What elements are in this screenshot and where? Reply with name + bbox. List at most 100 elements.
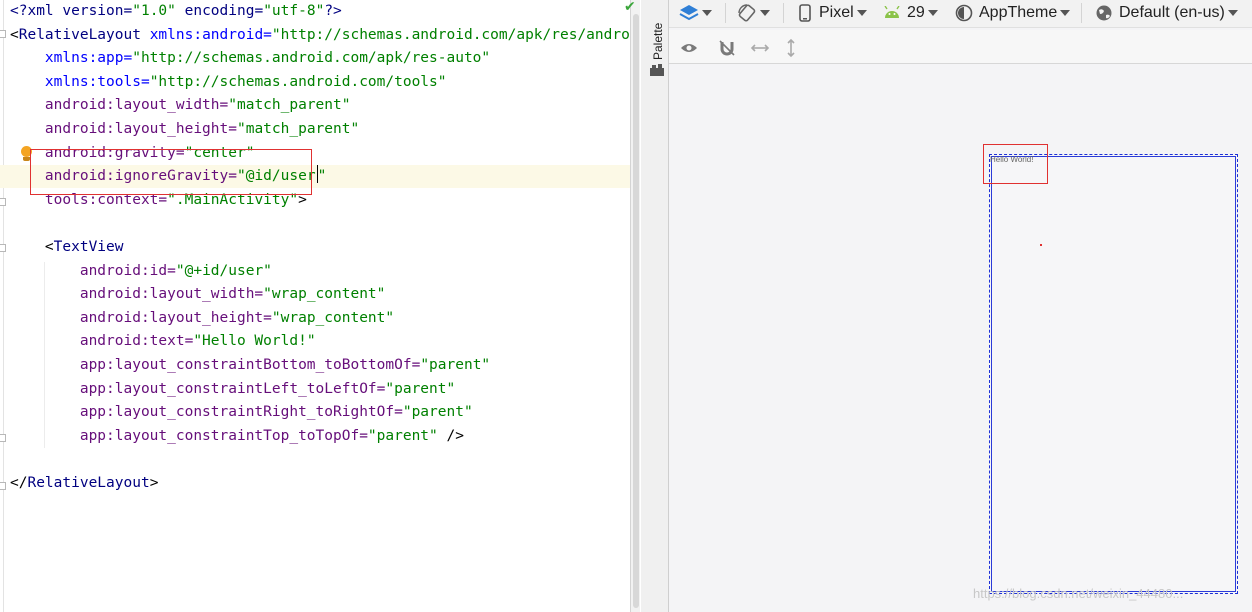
android-icon xyxy=(884,6,900,18)
magnet-off-icon[interactable] xyxy=(718,38,736,58)
layers-icon xyxy=(679,5,699,21)
eye-icon[interactable] xyxy=(680,38,698,58)
code-token: app:layout_constraintBottom_toBottomOf= xyxy=(10,357,421,373)
code-editor[interactable]: <?xml version="1.0" encoding="utf-8"?> <R… xyxy=(0,0,630,612)
fold-marker-icon[interactable] xyxy=(0,30,6,38)
chevron-down-icon xyxy=(702,10,712,16)
code-token: encoding= xyxy=(175,3,264,19)
code-line[interactable]: app:layout_constraintBottom_toBottomOf="… xyxy=(0,354,630,377)
code-token: "1.0" xyxy=(132,3,176,19)
code-token: android:layout_height= xyxy=(10,121,237,137)
palette-strip xyxy=(641,0,669,612)
code-line[interactable]: xmlns:app="http://schemas.android.com/ap… xyxy=(0,47,630,70)
code-token: "Hello World!" xyxy=(193,333,316,350)
scrollbar-thumb[interactable] xyxy=(633,14,639,608)
code-token: "wrap_content" xyxy=(263,286,386,303)
code-token: "match_parent" xyxy=(236,121,360,137)
code-token: android:text= xyxy=(10,333,194,350)
chevron-down-icon xyxy=(927,10,938,16)
code-token: TextView xyxy=(53,239,124,255)
code-token: RelativeLayout xyxy=(27,475,150,491)
code-token: app:layout_constraintRight_toRightOf= xyxy=(10,404,403,421)
code-token: < xyxy=(10,26,19,43)
code-line[interactable]: app:layout_constraintTop_toTopOf="parent… xyxy=(0,425,630,448)
fold-marker-icon[interactable] xyxy=(0,434,6,442)
code-line[interactable] xyxy=(0,448,630,471)
code-token: ?> xyxy=(324,3,342,19)
palette-tab[interactable]: Palette xyxy=(651,10,665,70)
code-token: "http://schemas.android.com/apk/res/andr… xyxy=(271,26,630,43)
expand-vertical-icon[interactable] xyxy=(784,38,798,58)
code-line[interactable]: <?xml version="1.0" encoding="utf-8"?> xyxy=(0,0,630,23)
fold-marker-icon[interactable] xyxy=(0,482,6,490)
chevron-down-icon xyxy=(1060,10,1071,16)
code-token: android:layout_width= xyxy=(10,286,264,303)
theme-label: AppTheme xyxy=(979,4,1058,21)
api-level-label: 29 xyxy=(907,4,925,21)
code-token: "utf-8" xyxy=(263,3,325,19)
code-line[interactable]: android:layout_height="match_parent" xyxy=(0,118,630,141)
code-line[interactable]: xmlns:tools="http://schemas.android.com/… xyxy=(0,71,630,94)
code-token: xml version= xyxy=(27,3,133,19)
code-token: "parent" xyxy=(402,404,473,421)
phone-icon xyxy=(799,4,811,22)
code-token: /> xyxy=(437,427,464,444)
code-line[interactable]: app:layout_constraintLeft_toLeftOf="pare… xyxy=(0,378,630,401)
code-token: xmlns:android= xyxy=(149,26,272,43)
code-line[interactable]: app:layout_constraintRight_toRightOf="pa… xyxy=(0,401,630,424)
watermark: https://blog.csdn.net/weixin_44480... xyxy=(973,586,1184,601)
check-icon: ✔ xyxy=(624,0,636,15)
code-token: "wrap_content" xyxy=(271,309,395,326)
code-line[interactable]: <RelativeLayout xmlns:android="http://sc… xyxy=(0,24,630,47)
code-line[interactable] xyxy=(0,212,630,235)
code-line[interactable]: android:layout_width="wrap_content" xyxy=(0,283,630,306)
fold-marker-icon[interactable] xyxy=(0,198,6,206)
code-token: android:id= xyxy=(10,262,176,279)
code-token: "match_parent" xyxy=(228,97,351,114)
code-token: </ xyxy=(10,475,28,491)
code-token: "parent" xyxy=(420,357,491,373)
locale-selector[interactable]: Default (en-us) xyxy=(1095,0,1238,26)
anchor-dot xyxy=(1040,244,1042,246)
device-preview-screen xyxy=(991,156,1236,592)
theme-icon xyxy=(955,4,973,22)
chevron-down-icon xyxy=(856,10,867,16)
code-token: xmlns:tools= xyxy=(10,73,150,90)
design-mode-button[interactable] xyxy=(679,0,712,26)
fold-marker-icon[interactable] xyxy=(0,244,6,252)
code-token: "parent" xyxy=(385,380,456,397)
code-token: "parent" xyxy=(367,427,438,444)
code-token: RelativeLayout xyxy=(18,26,150,43)
code-line[interactable]: android:layout_width="match_parent" xyxy=(0,94,630,117)
theme-selector[interactable]: AppTheme xyxy=(955,0,1071,26)
api-level-selector[interactable]: 29 xyxy=(883,0,938,26)
palette-label: Palette xyxy=(651,22,665,60)
globe-icon xyxy=(1096,5,1112,21)
code-token: app:layout_constraintLeft_toLeftOf= xyxy=(10,380,386,397)
code-line[interactable]: android:layout_height="wrap_content" xyxy=(0,307,630,330)
code-token: < xyxy=(10,239,54,255)
code-token: android:layout_height= xyxy=(10,309,272,326)
highlight-annotation-preview xyxy=(983,144,1048,184)
code-line[interactable]: android:id="@+id/user" xyxy=(0,260,630,283)
expand-horizontal-icon[interactable] xyxy=(750,38,770,58)
code-token: > xyxy=(149,475,159,491)
code-line[interactable]: android:text="Hello World!" xyxy=(0,330,630,353)
device-selector[interactable]: Pixel xyxy=(799,0,867,26)
code-line[interactable]: <TextView xyxy=(0,236,630,259)
code-line[interactable]: </RelativeLayout> xyxy=(0,472,630,495)
editor-scrollbar[interactable] xyxy=(630,0,640,612)
chevron-down-icon xyxy=(1227,10,1238,16)
chevron-down-icon xyxy=(760,10,770,16)
code-token: app:layout_constraintTop_toTopOf= xyxy=(10,427,368,444)
code-token: xmlns:app= xyxy=(10,50,133,67)
code-token: "http://schemas.android.com/apk/res-auto… xyxy=(132,50,491,67)
highlight-annotation-code xyxy=(30,149,312,195)
indent-guide xyxy=(44,262,45,448)
palette-icon[interactable] xyxy=(650,64,664,76)
design-toolbar: Pixel 29 AppTheme Default (en-us) xyxy=(669,0,1252,28)
code-token: android:layout_width= xyxy=(10,97,229,114)
orientation-button[interactable] xyxy=(737,0,770,26)
code-token: "http://schemas.android.com/tools" xyxy=(149,73,447,90)
code-token: " xyxy=(317,168,327,185)
